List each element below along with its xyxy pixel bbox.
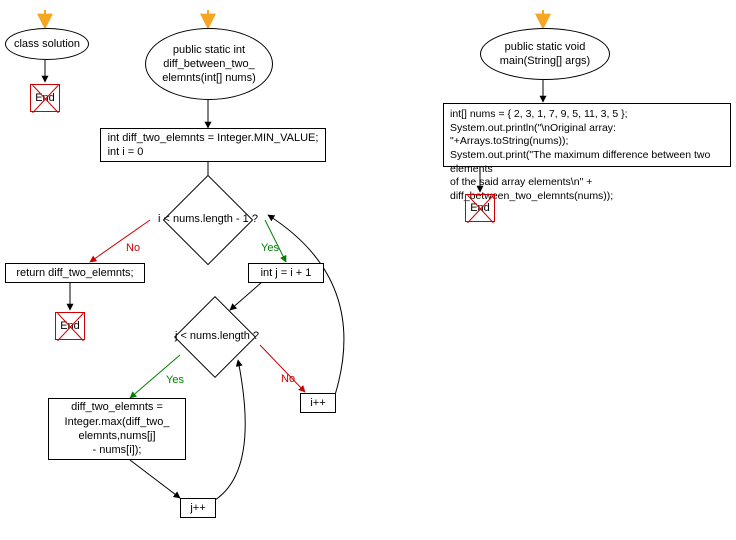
label-end: End [35, 92, 55, 104]
label-inc-i: i++ [310, 396, 325, 410]
node-init-j: int j = i + 1 [248, 263, 324, 283]
label-method-main: public static void main(String[] args) [500, 40, 590, 69]
label-init-block: int diff_two_elemnts = Integer.MIN_VALUE… [108, 131, 319, 160]
node-return: return diff_two_elemnts; [5, 263, 145, 283]
node-method-main: public static void main(String[] args) [480, 28, 610, 80]
label-inc-j: j++ [190, 501, 205, 515]
node-inc-j: j++ [180, 498, 216, 518]
label-end: End [60, 320, 80, 332]
label-method-diff: public static int diff_between_two_ elem… [162, 43, 256, 86]
end-node-return: End [55, 312, 85, 340]
label-end: End [470, 202, 490, 214]
diamond-inner-cond [174, 296, 256, 378]
node-update-diff: diff_two_elemnts = Integer.max(diff_two_… [48, 398, 186, 460]
label-init-j: int j = i + 1 [261, 266, 312, 280]
end-node-main: End [465, 194, 495, 222]
diamond-outer-cond [163, 175, 254, 266]
edge-inner-yes: Yes [166, 374, 184, 386]
node-main-body: int[] nums = { 2, 3, 1, 7, 9, 5, 11, 3, … [443, 103, 731, 167]
label-update-diff: diff_two_elemnts = Integer.max(diff_two_… [65, 400, 170, 457]
node-init-block: int diff_two_elemnts = Integer.MIN_VALUE… [100, 128, 326, 162]
end-node-class: End [30, 84, 60, 112]
edge-outer-no: No [126, 242, 140, 254]
node-class-solution: class solution [5, 28, 89, 60]
label-class-solution: class solution [14, 37, 80, 51]
node-method-diff: public static int diff_between_two_ elem… [145, 28, 273, 100]
edge-inner-no: No [281, 373, 295, 385]
edge-outer-yes: Yes [261, 242, 279, 254]
label-main-body: int[] nums = { 2, 3, 1, 7, 9, 5, 11, 3, … [450, 108, 724, 203]
label-return: return diff_two_elemnts; [16, 266, 133, 280]
node-inc-i: i++ [300, 393, 336, 413]
